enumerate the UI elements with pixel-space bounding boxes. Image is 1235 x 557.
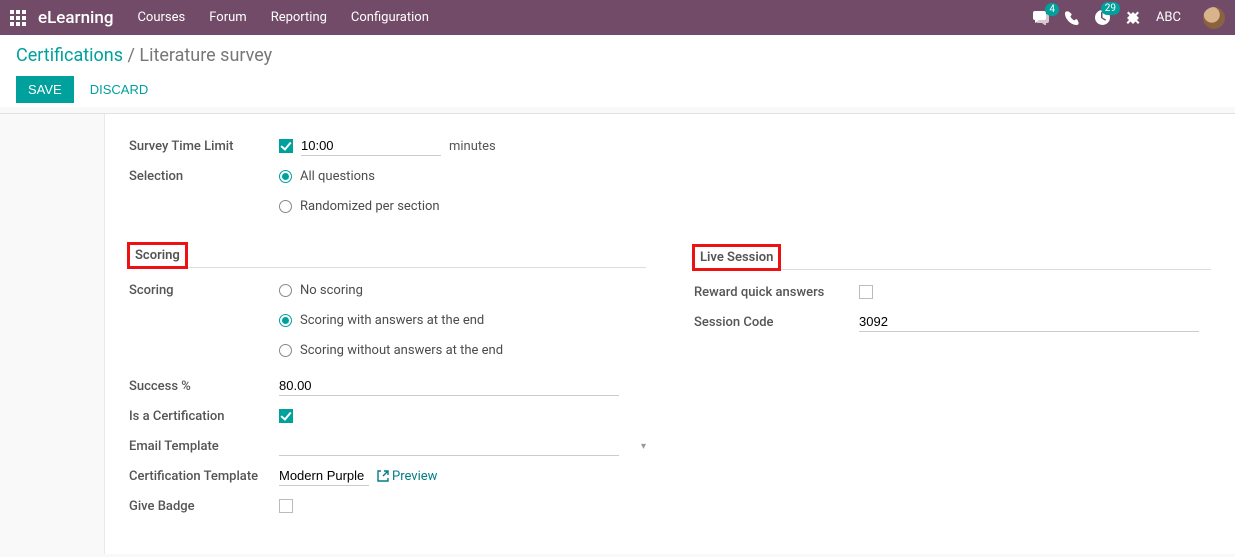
- give-badge-label: Give Badge: [129, 499, 279, 514]
- debug-icon[interactable]: [1126, 11, 1140, 25]
- session-code-input[interactable]: [859, 312, 1199, 332]
- scoring-without-label: Scoring without answers at the end: [300, 343, 503, 358]
- give-badge-checkbox[interactable]: [279, 499, 293, 513]
- external-link-icon: [377, 470, 389, 482]
- breadcrumb: Certifications / Literature survey: [16, 45, 1219, 66]
- chevron-down-icon[interactable]: ▾: [641, 441, 646, 452]
- is-cert-label: Is a Certification: [129, 409, 279, 424]
- topbar: eLearning Courses Forum Reporting Config…: [0, 0, 1235, 35]
- messaging-badge: 4: [1045, 3, 1059, 16]
- left-column: Survey Time Limit minutes Selection All …: [129, 132, 646, 522]
- activity-icon[interactable]: 29: [1095, 10, 1110, 25]
- user-menu[interactable]: ABC: [1156, 10, 1181, 25]
- systray: 4 29 ABC: [1033, 7, 1225, 29]
- breadcrumb-root[interactable]: Certifications: [16, 45, 123, 66]
- activity-badge: 29: [1101, 2, 1120, 15]
- messaging-icon[interactable]: 4: [1033, 11, 1049, 25]
- scoring-none-radio[interactable]: [279, 284, 292, 297]
- nav-forum[interactable]: Forum: [209, 10, 246, 25]
- live-session-section-title: Live Session: [694, 246, 779, 269]
- reward-quick-label: Reward quick answers: [694, 285, 859, 300]
- save-button[interactable]: SAVE: [16, 76, 74, 103]
- scoring-with-label: Scoring with answers at the end: [300, 313, 484, 328]
- user-label: ABC: [1156, 10, 1181, 25]
- user-avatar[interactable]: [1203, 7, 1225, 29]
- apps-icon[interactable]: [10, 10, 26, 26]
- email-template-label: Email Template: [129, 439, 279, 454]
- session-code-label: Session Code: [694, 315, 859, 330]
- selection-all-label: All questions: [300, 169, 375, 184]
- survey-time-limit-label: Survey Time Limit: [129, 139, 279, 154]
- left-gutter: [0, 114, 105, 554]
- preview-link[interactable]: Preview: [377, 469, 437, 484]
- email-template-input[interactable]: [279, 436, 619, 456]
- breadcrumb-leaf: Literature survey: [139, 45, 272, 66]
- success-pct-input[interactable]: [279, 376, 619, 396]
- reward-quick-checkbox[interactable]: [859, 285, 873, 299]
- scoring-label: Scoring: [129, 283, 279, 298]
- selection-random-label: Randomized per section: [300, 199, 440, 214]
- scoring-with-radio[interactable]: [279, 314, 292, 327]
- app-title[interactable]: eLearning: [38, 8, 113, 28]
- cert-template-input[interactable]: [279, 466, 369, 486]
- survey-time-limit-checkbox[interactable]: [279, 139, 293, 153]
- selection-label: Selection: [129, 169, 279, 184]
- nav-configuration[interactable]: Configuration: [351, 10, 429, 25]
- cert-template-label: Certification Template: [129, 469, 279, 484]
- preview-label: Preview: [392, 469, 437, 484]
- nav-courses[interactable]: Courses: [137, 10, 185, 25]
- form-sheet: Survey Time Limit minutes Selection All …: [105, 114, 1235, 554]
- is-cert-checkbox[interactable]: [279, 409, 293, 423]
- nav-reporting[interactable]: Reporting: [271, 10, 327, 25]
- scoring-section-title: Scoring: [129, 244, 186, 267]
- scoring-none-label: No scoring: [300, 283, 363, 298]
- breadcrumb-sep: /: [123, 45, 139, 66]
- scoring-without-radio[interactable]: [279, 344, 292, 357]
- discard-button[interactable]: DISCARD: [90, 82, 149, 97]
- survey-time-limit-input[interactable]: [301, 136, 441, 156]
- success-pct-label: Success %: [129, 379, 279, 394]
- right-column: Live Session Reward quick answers Sessio…: [694, 132, 1211, 522]
- selection-random-radio[interactable]: [279, 200, 292, 213]
- breadcrumb-bar: Certifications / Literature survey SAVE …: [0, 35, 1235, 107]
- selection-all-radio[interactable]: [279, 170, 292, 183]
- survey-time-unit: minutes: [449, 139, 496, 154]
- phone-icon[interactable]: [1065, 11, 1079, 25]
